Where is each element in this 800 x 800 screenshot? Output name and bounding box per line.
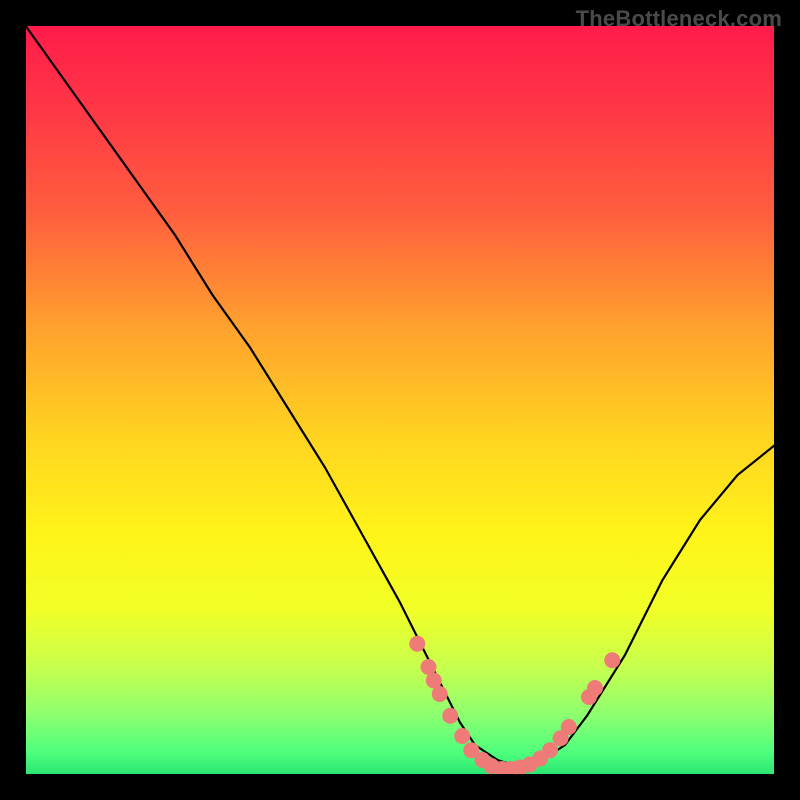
marker-dot: [587, 680, 603, 696]
marker-dot: [561, 719, 577, 735]
bottleneck-chart: [0, 0, 800, 800]
marker-dot: [604, 652, 620, 668]
marker-dot: [442, 708, 458, 724]
marker-dot: [542, 742, 558, 758]
plot-background: [25, 25, 775, 775]
marker-dot: [432, 686, 448, 702]
marker-dot: [454, 728, 470, 744]
marker-dot: [409, 636, 425, 652]
watermark-text: TheBottleneck.com: [576, 6, 782, 32]
stage: TheBottleneck.com: [0, 0, 800, 800]
